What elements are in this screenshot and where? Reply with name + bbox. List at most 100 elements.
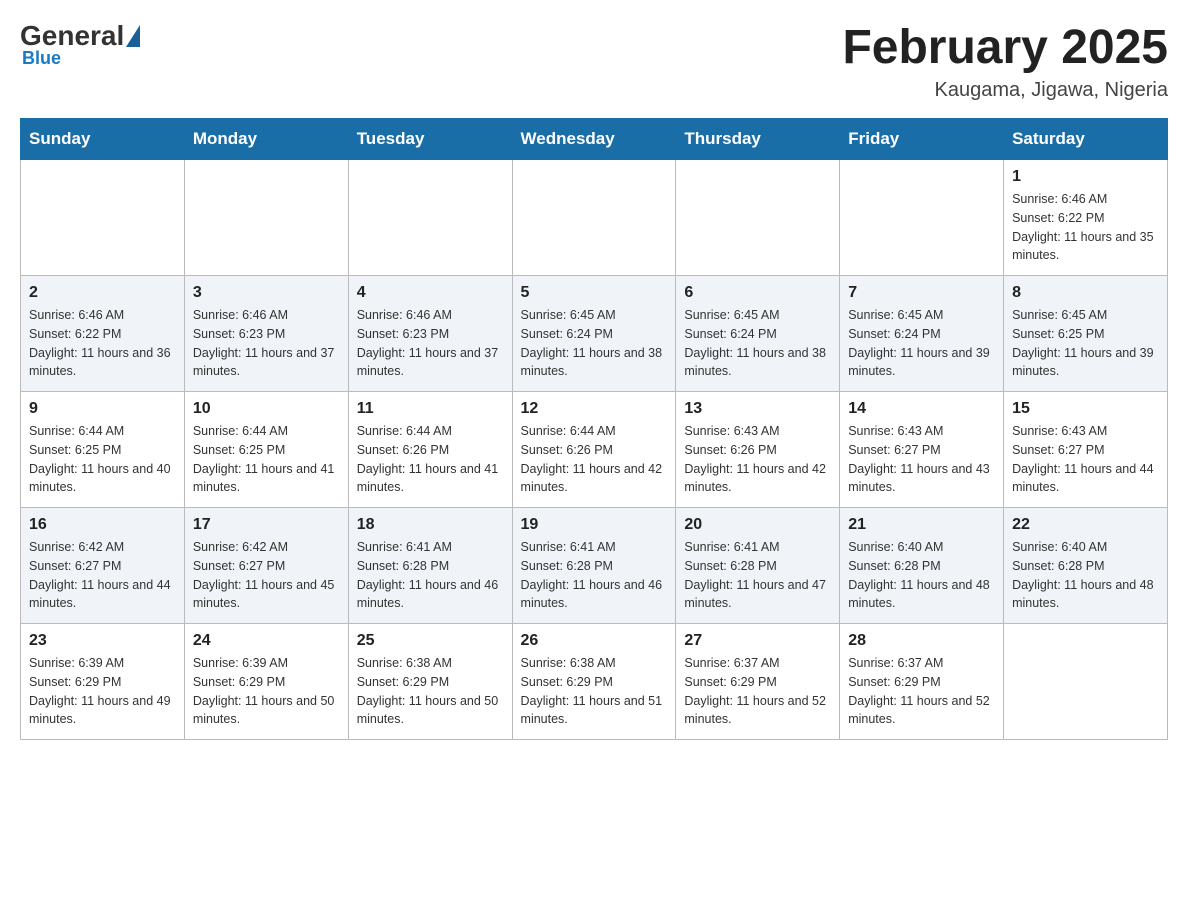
day-number: 2 (29, 284, 176, 302)
day-number: 13 (684, 400, 831, 418)
calendar-cell: 7 Sunrise: 6:45 AM Sunset: 6:24 PM Daylig… (840, 276, 1004, 392)
calendar-cell (840, 160, 1004, 276)
calendar-cell: 26 Sunrise: 6:38 AM Sunset: 6:29 PM Dayli… (512, 624, 676, 740)
day-number: 11 (357, 400, 504, 418)
calendar-cell: 3 Sunrise: 6:46 AM Sunset: 6:23 PM Daylig… (184, 276, 348, 392)
calendar-week-row: 9 Sunrise: 6:44 AM Sunset: 6:25 PM Daylig… (21, 392, 1168, 508)
day-info: Sunrise: 6:37 AM Sunset: 6:29 PM Dayligh… (684, 654, 831, 729)
day-info: Sunrise: 6:43 AM Sunset: 6:26 PM Dayligh… (684, 422, 831, 497)
day-number: 5 (521, 284, 668, 302)
day-info: Sunrise: 6:42 AM Sunset: 6:27 PM Dayligh… (29, 538, 176, 613)
calendar-cell: 18 Sunrise: 6:41 AM Sunset: 6:28 PM Dayli… (348, 508, 512, 624)
day-info: Sunrise: 6:46 AM Sunset: 6:22 PM Dayligh… (1012, 190, 1159, 265)
col-header-friday: Friday (840, 119, 1004, 160)
col-header-tuesday: Tuesday (348, 119, 512, 160)
calendar-cell: 5 Sunrise: 6:45 AM Sunset: 6:24 PM Daylig… (512, 276, 676, 392)
day-number: 21 (848, 516, 995, 534)
calendar-cell: 24 Sunrise: 6:39 AM Sunset: 6:29 PM Dayli… (184, 624, 348, 740)
calendar-cell: 28Sunrise: 6:37 AM Sunset: 6:29 PM Dayli… (840, 624, 1004, 740)
day-number: 8 (1012, 284, 1159, 302)
day-info: Sunrise: 6:46 AM Sunset: 6:22 PM Dayligh… (29, 306, 176, 381)
calendar-cell (512, 160, 676, 276)
day-info: Sunrise: 6:44 AM Sunset: 6:25 PM Dayligh… (29, 422, 176, 497)
calendar-week-row: 1Sunrise: 6:46 AM Sunset: 6:22 PM Daylig… (21, 160, 1168, 276)
day-info: Sunrise: 6:45 AM Sunset: 6:24 PM Dayligh… (848, 306, 995, 381)
day-info: Sunrise: 6:38 AM Sunset: 6:29 PM Dayligh… (521, 654, 668, 729)
day-info: Sunrise: 6:44 AM Sunset: 6:26 PM Dayligh… (357, 422, 504, 497)
calendar-cell: 6 Sunrise: 6:45 AM Sunset: 6:24 PM Daylig… (676, 276, 840, 392)
col-header-thursday: Thursday (676, 119, 840, 160)
day-info: Sunrise: 6:43 AM Sunset: 6:27 PM Dayligh… (848, 422, 995, 497)
day-info: Sunrise: 6:46 AM Sunset: 6:23 PM Dayligh… (193, 306, 340, 381)
calendar-cell: 16 Sunrise: 6:42 AM Sunset: 6:27 PM Dayli… (21, 508, 185, 624)
day-info: Sunrise: 6:38 AM Sunset: 6:29 PM Dayligh… (357, 654, 504, 729)
day-number: 18 (357, 516, 504, 534)
day-info: Sunrise: 6:40 AM Sunset: 6:28 PM Dayligh… (848, 538, 995, 613)
day-number: 26 (521, 632, 668, 650)
calendar-week-row: 2 Sunrise: 6:46 AM Sunset: 6:22 PM Daylig… (21, 276, 1168, 392)
logo-triangle-icon (126, 25, 140, 47)
page-header: General Blue February 2025 Kaugama, Jiga… (20, 20, 1168, 102)
day-number: 19 (521, 516, 668, 534)
day-number: 28 (848, 632, 995, 650)
day-info: Sunrise: 6:41 AM Sunset: 6:28 PM Dayligh… (357, 538, 504, 613)
day-number: 27 (684, 632, 831, 650)
calendar-cell (1004, 624, 1168, 740)
calendar-header-row: SundayMondayTuesdayWednesdayThursdayFrid… (21, 119, 1168, 160)
calendar-cell: 10 Sunrise: 6:44 AM Sunset: 6:25 PM Dayli… (184, 392, 348, 508)
col-header-monday: Monday (184, 119, 348, 160)
calendar-cell: 25 Sunrise: 6:38 AM Sunset: 6:29 PM Dayli… (348, 624, 512, 740)
day-number: 12 (521, 400, 668, 418)
day-number: 17 (193, 516, 340, 534)
calendar-cell: 27 Sunrise: 6:37 AM Sunset: 6:29 PM Dayli… (676, 624, 840, 740)
day-number: 20 (684, 516, 831, 534)
col-header-wednesday: Wednesday (512, 119, 676, 160)
logo: General Blue (20, 20, 140, 69)
calendar-cell: 14 Sunrise: 6:43 AM Sunset: 6:27 PM Dayli… (840, 392, 1004, 508)
day-number: 16 (29, 516, 176, 534)
calendar-cell (184, 160, 348, 276)
day-number: 25 (357, 632, 504, 650)
calendar-cell: 11 Sunrise: 6:44 AM Sunset: 6:26 PM Dayli… (348, 392, 512, 508)
day-info: Sunrise: 6:39 AM Sunset: 6:29 PM Dayligh… (193, 654, 340, 729)
day-number: 23 (29, 632, 176, 650)
day-number: 22 (1012, 516, 1159, 534)
day-info: Sunrise: 6:44 AM Sunset: 6:25 PM Dayligh… (193, 422, 340, 497)
day-info: Sunrise: 6:44 AM Sunset: 6:26 PM Dayligh… (521, 422, 668, 497)
month-title: February 2025 (842, 20, 1168, 75)
calendar-cell: 20 Sunrise: 6:41 AM Sunset: 6:28 PM Dayli… (676, 508, 840, 624)
day-info: Sunrise: 6:41 AM Sunset: 6:28 PM Dayligh… (684, 538, 831, 613)
calendar-cell: 15Sunrise: 6:43 AM Sunset: 6:27 PM Dayli… (1004, 392, 1168, 508)
day-number: 24 (193, 632, 340, 650)
logo-blue-text: Blue (22, 48, 61, 69)
day-number: 9 (29, 400, 176, 418)
day-info: Sunrise: 6:42 AM Sunset: 6:27 PM Dayligh… (193, 538, 340, 613)
calendar-cell: 9 Sunrise: 6:44 AM Sunset: 6:25 PM Daylig… (21, 392, 185, 508)
calendar-week-row: 16 Sunrise: 6:42 AM Sunset: 6:27 PM Dayli… (21, 508, 1168, 624)
calendar-cell (676, 160, 840, 276)
col-header-saturday: Saturday (1004, 119, 1168, 160)
location: Kaugama, Jigawa, Nigeria (842, 79, 1168, 102)
day-info: Sunrise: 6:43 AM Sunset: 6:27 PM Dayligh… (1012, 422, 1159, 497)
day-number: 4 (357, 284, 504, 302)
day-info: Sunrise: 6:45 AM Sunset: 6:24 PM Dayligh… (684, 306, 831, 381)
day-info: Sunrise: 6:41 AM Sunset: 6:28 PM Dayligh… (521, 538, 668, 613)
calendar-cell: 21 Sunrise: 6:40 AM Sunset: 6:28 PM Dayli… (840, 508, 1004, 624)
day-info: Sunrise: 6:45 AM Sunset: 6:24 PM Dayligh… (521, 306, 668, 381)
day-info: Sunrise: 6:45 AM Sunset: 6:25 PM Dayligh… (1012, 306, 1159, 381)
day-number: 10 (193, 400, 340, 418)
day-number: 14 (848, 400, 995, 418)
calendar-cell: 12 Sunrise: 6:44 AM Sunset: 6:26 PM Dayli… (512, 392, 676, 508)
calendar-cell: 13 Sunrise: 6:43 AM Sunset: 6:26 PM Dayli… (676, 392, 840, 508)
day-number: 7 (848, 284, 995, 302)
calendar-cell: 22 Sunrise: 6:40 AM Sunset: 6:28 PM Dayli… (1004, 508, 1168, 624)
day-number: 6 (684, 284, 831, 302)
calendar-cell: 19 Sunrise: 6:41 AM Sunset: 6:28 PM Dayli… (512, 508, 676, 624)
day-info: Sunrise: 6:39 AM Sunset: 6:29 PM Dayligh… (29, 654, 176, 729)
day-info: Sunrise: 6:40 AM Sunset: 6:28 PM Dayligh… (1012, 538, 1159, 613)
day-number: 3 (193, 284, 340, 302)
day-info: Sunrise: 6:46 AM Sunset: 6:23 PM Dayligh… (357, 306, 504, 381)
calendar-cell: 8 Sunrise: 6:45 AM Sunset: 6:25 PM Daylig… (1004, 276, 1168, 392)
calendar-cell (21, 160, 185, 276)
calendar-cell: 4 Sunrise: 6:46 AM Sunset: 6:23 PM Daylig… (348, 276, 512, 392)
